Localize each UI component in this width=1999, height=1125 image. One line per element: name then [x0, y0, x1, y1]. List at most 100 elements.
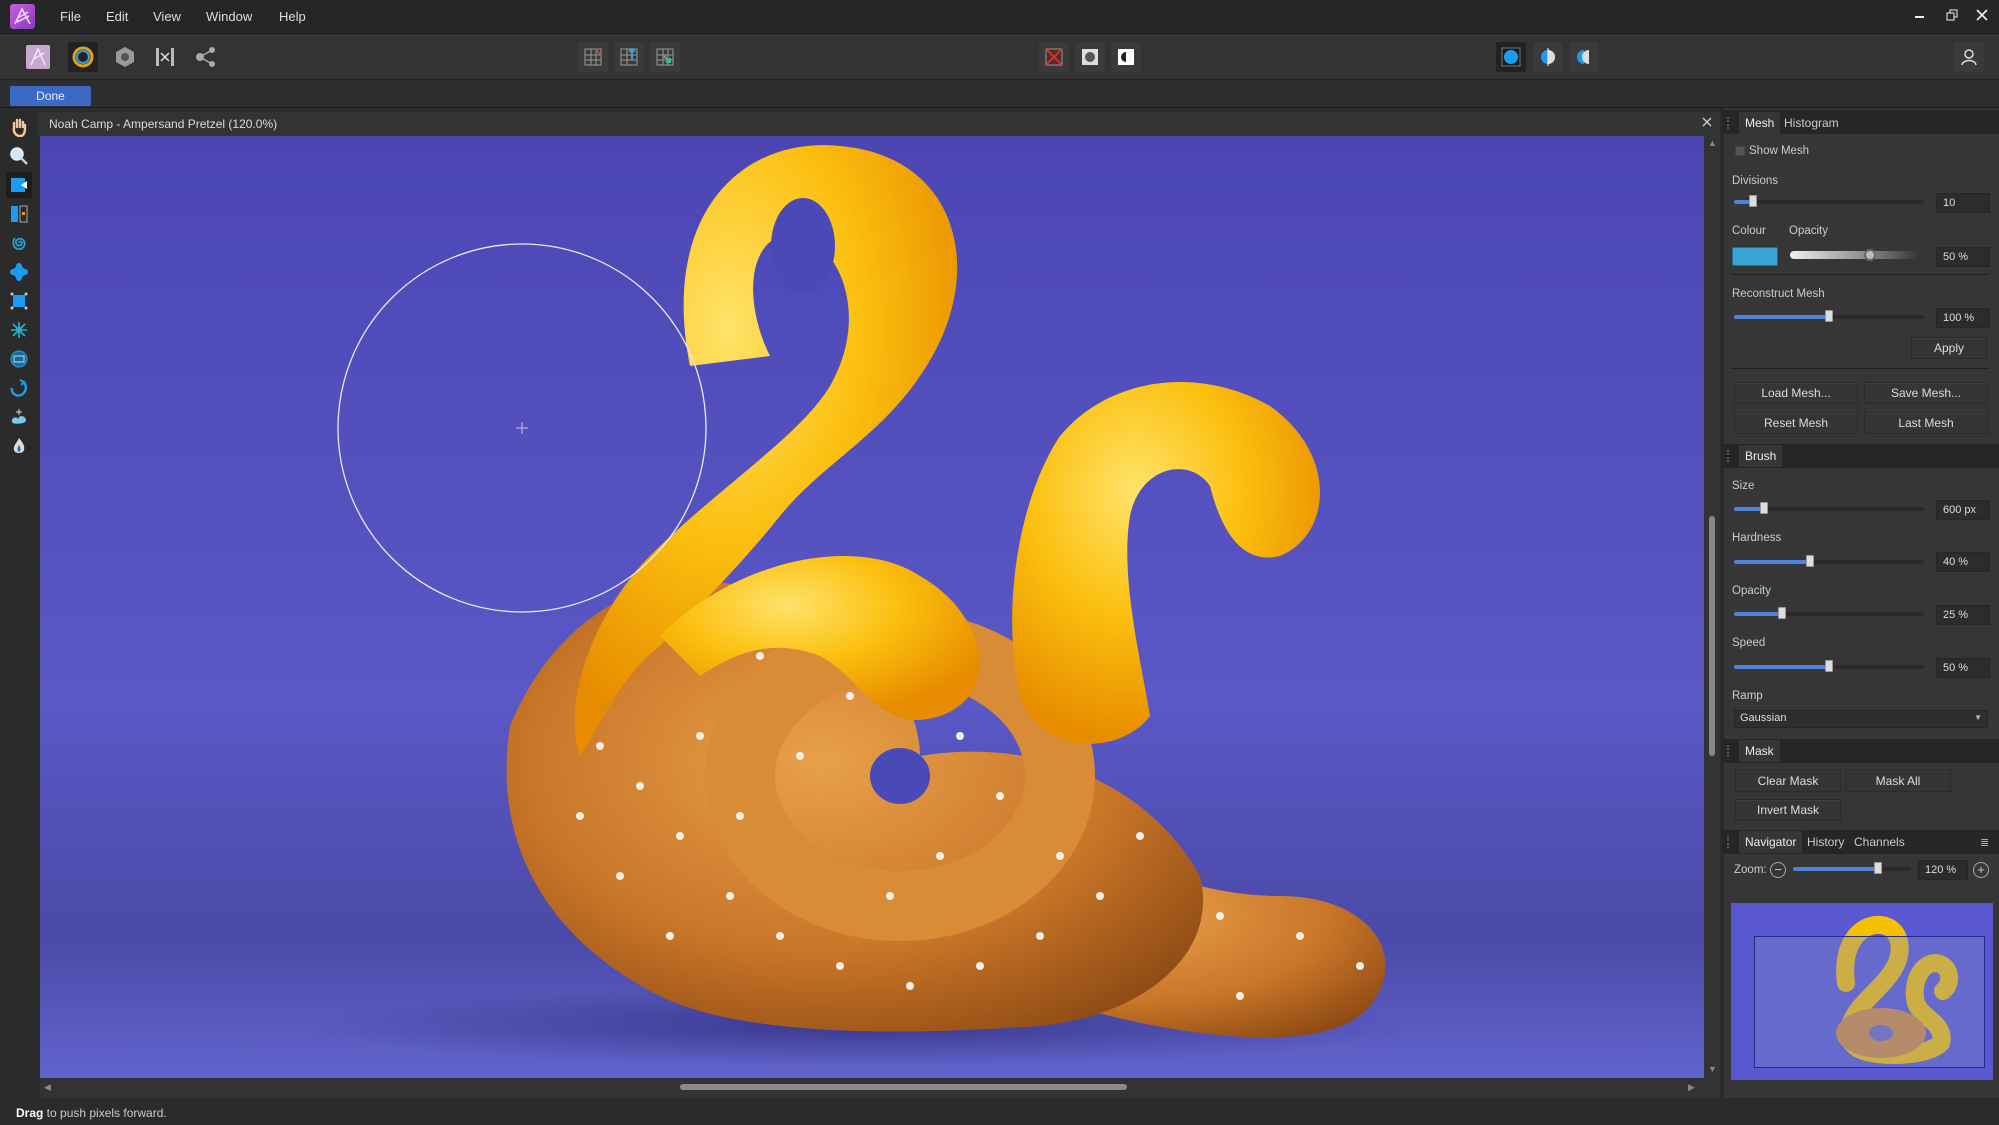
- panel-grip-icon[interactable]: [1727, 450, 1733, 462]
- mesh-align-button[interactable]: [614, 42, 644, 72]
- zoom-slider-knob[interactable]: [1873, 862, 1882, 874]
- menu-bar: File Edit View Window Help: [0, 0, 1999, 34]
- minimize-button[interactable]: [1910, 6, 1930, 26]
- account-button[interactable]: [1954, 42, 1984, 72]
- tone-mapping-persona-button[interactable]: [150, 42, 180, 72]
- brush-crosshair: [516, 422, 528, 434]
- twirl-tool[interactable]: [6, 230, 32, 256]
- divisions-slider-knob[interactable]: [1749, 195, 1757, 207]
- mesh-opacity-knob[interactable]: [1864, 249, 1876, 261]
- apply-button[interactable]: Apply: [1911, 337, 1987, 359]
- brush-opacity-slider[interactable]: [1734, 612, 1924, 616]
- hardness-slider[interactable]: [1734, 560, 1924, 564]
- horizontal-scrollbar[interactable]: ◀ ▶: [40, 1078, 1720, 1098]
- split-view-button[interactable]: [1533, 42, 1563, 72]
- zoom-in-button[interactable]: +: [1973, 862, 1989, 878]
- reconstruct-tool[interactable]: [6, 375, 32, 401]
- mesh-clone-tool[interactable]: [6, 346, 32, 372]
- mesh-grid-icon: [584, 48, 602, 66]
- menu-window[interactable]: Window: [206, 9, 252, 24]
- export-persona-button[interactable]: [191, 42, 221, 72]
- menu-help[interactable]: Help: [279, 9, 306, 24]
- scroll-down-arrow-icon[interactable]: ▼: [1708, 1064, 1717, 1074]
- brush-size-knob[interactable]: [1760, 502, 1769, 514]
- photo-persona-button[interactable]: [23, 42, 53, 72]
- tab-histogram[interactable]: Histogram: [1778, 112, 1845, 134]
- scroll-right-arrow-icon[interactable]: ▶: [1688, 1082, 1695, 1093]
- close-window-button[interactable]: [1972, 6, 1992, 26]
- scroll-up-arrow-icon[interactable]: ▲: [1708, 138, 1717, 148]
- brush-opacity-field[interactable]: 25 %: [1936, 605, 1990, 625]
- divisions-slider[interactable]: [1734, 200, 1924, 204]
- brush-opacity-knob[interactable]: [1777, 607, 1786, 619]
- tone-mapping-persona-icon: [156, 48, 174, 66]
- mesh-colour-swatch[interactable]: [1732, 247, 1778, 266]
- menu-view[interactable]: View: [153, 9, 181, 24]
- reconstruct-field[interactable]: 100 %: [1936, 308, 1990, 328]
- clear-mask-view-button[interactable]: [1039, 42, 1069, 72]
- invert-mask-button[interactable]: Invert Mask: [1735, 799, 1841, 821]
- invert-view-button[interactable]: [1111, 42, 1141, 72]
- snapping-grid-button[interactable]: [578, 42, 608, 72]
- done-button[interactable]: Done: [10, 86, 91, 106]
- mesh-opacity-slider[interactable]: [1790, 251, 1920, 259]
- document-tab[interactable]: [38, 112, 1720, 136]
- panel-menu-icon[interactable]: ≣: [1980, 836, 1989, 849]
- clear-mask-button[interactable]: Clear Mask: [1735, 770, 1841, 792]
- develop-persona-button[interactable]: [110, 42, 140, 72]
- restore-button[interactable]: [1942, 6, 1962, 26]
- zoom-out-button[interactable]: −: [1770, 862, 1786, 878]
- zoom-slider[interactable]: [1793, 867, 1911, 871]
- load-mesh-button[interactable]: Load Mesh...: [1734, 382, 1858, 404]
- ramp-dropdown[interactable]: Gaussian ▼: [1734, 710, 1988, 728]
- reset-mesh-button[interactable]: Reset Mesh: [1734, 412, 1858, 434]
- tab-mesh[interactable]: Mesh: [1739, 112, 1781, 134]
- freeze-tool[interactable]: [6, 404, 32, 430]
- twirl-icon: [12, 237, 26, 251]
- push-left-tool[interactable]: [6, 201, 32, 227]
- last-mesh-button[interactable]: Last Mesh: [1864, 412, 1988, 434]
- scroll-left-arrow-icon[interactable]: ◀: [44, 1082, 51, 1093]
- liquify-persona-button[interactable]: [68, 42, 98, 72]
- view-tool[interactable]: [6, 114, 32, 140]
- navigator-view-rectangle[interactable]: [1754, 936, 1985, 1068]
- show-mask-button[interactable]: [1075, 42, 1105, 72]
- hardness-knob[interactable]: [1806, 555, 1814, 567]
- single-view-button[interactable]: [1496, 42, 1526, 72]
- mesh-clone-icon: [10, 350, 28, 368]
- show-mesh-checkbox[interactable]: [1735, 146, 1745, 156]
- mesh-opacity-field[interactable]: 50 %: [1936, 247, 1990, 267]
- tab-history[interactable]: History: [1801, 831, 1850, 853]
- canvas[interactable]: [40, 136, 1704, 1078]
- push-forward-tool[interactable]: [6, 172, 32, 198]
- tab-navigator[interactable]: Navigator: [1739, 831, 1803, 853]
- hardness-field[interactable]: 40 %: [1936, 552, 1990, 572]
- brush-size-field[interactable]: 600 px: [1936, 500, 1990, 520]
- menu-file[interactable]: File: [60, 9, 81, 24]
- menu-edit[interactable]: Edit: [106, 9, 128, 24]
- divisions-field[interactable]: 10: [1936, 193, 1990, 213]
- mask-all-button[interactable]: Mask All: [1845, 770, 1951, 792]
- thaw-tool[interactable]: [6, 433, 32, 459]
- panel-grip-icon[interactable]: [1727, 117, 1733, 129]
- mesh-distribute-button[interactable]: [650, 42, 680, 72]
- speed-field[interactable]: 50 %: [1936, 658, 1990, 678]
- zoom-tool[interactable]: [6, 143, 32, 169]
- close-document-button[interactable]: [1702, 114, 1716, 132]
- speed-knob[interactable]: [1825, 660, 1833, 672]
- tab-brush[interactable]: Brush: [1739, 445, 1783, 467]
- zoom-field[interactable]: 120 %: [1918, 860, 1968, 880]
- vertical-scroll-thumb[interactable]: [1709, 516, 1715, 756]
- tab-channels[interactable]: Channels: [1848, 831, 1911, 853]
- panel-grip-icon[interactable]: [1727, 836, 1733, 848]
- reconstruct-slider-knob[interactable]: [1825, 310, 1833, 322]
- panel-grip-icon[interactable]: [1727, 745, 1733, 757]
- vertical-scrollbar[interactable]: ▲ ▼: [1704, 136, 1720, 1078]
- mirror-view-button[interactable]: [1569, 42, 1599, 72]
- pinch-tool[interactable]: [6, 259, 32, 285]
- horizontal-scroll-thumb[interactable]: [680, 1084, 1127, 1090]
- punch-tool[interactable]: [6, 288, 32, 314]
- save-mesh-button[interactable]: Save Mesh...: [1864, 382, 1988, 404]
- turbulence-tool[interactable]: [6, 317, 32, 343]
- tab-mask[interactable]: Mask: [1739, 740, 1780, 762]
